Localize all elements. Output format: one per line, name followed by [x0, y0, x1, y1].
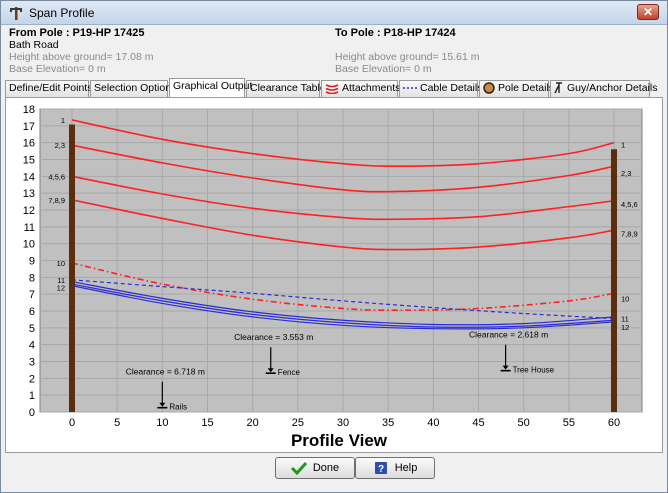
y-tick-label: 6	[29, 306, 35, 318]
y-tick-label: 7	[29, 289, 35, 301]
ground-object-label: Tree House	[513, 366, 555, 375]
tab-label: Attachments	[342, 82, 401, 94]
y-tick-label: 12	[23, 205, 35, 217]
clearance-label: Clearance = 6.718 m	[126, 367, 205, 377]
y-tick-label: 14	[23, 171, 35, 183]
x-tick-label: 25	[292, 417, 304, 429]
from-pole-info: From Pole : P19-HP 17425 Bath Road Heigh…	[9, 27, 153, 75]
from-pole-height: Height above ground= 17.08 m	[9, 51, 154, 63]
help-button[interactable]: ? Help	[355, 457, 435, 479]
x-tick-label: 15	[201, 417, 213, 429]
left-cable-label: 2,3	[55, 141, 65, 150]
tab-label: Clearance Table	[250, 82, 326, 94]
clearance-label: Clearance = 2.618 m	[469, 330, 548, 340]
y-tick-label: 18	[23, 104, 35, 116]
right-cable-label: 4,5,6	[621, 200, 638, 209]
x-tick-label: 10	[156, 417, 168, 429]
ground-object-label: Rails	[169, 403, 187, 412]
tab-label: Guy/Anchor Details	[567, 82, 658, 94]
tab-label: Define/Edit Points	[9, 82, 93, 94]
title-bar[interactable]: Span Profile ✕	[1, 1, 667, 25]
to-pole-info: To Pole : P18-HP 17424 Height above grou…	[335, 27, 479, 75]
tab-pole-details[interactable]: Pole Details	[479, 80, 554, 97]
y-tick-label: 1	[29, 390, 35, 402]
span-profile-window: Span Profile ✕ From Pole : P19-HP 17425 …	[0, 0, 668, 493]
done-button[interactable]: Done	[275, 457, 355, 479]
tab-clearance-table[interactable]: Clearance Table	[246, 80, 326, 97]
y-tick-label: 11	[24, 222, 35, 234]
y-tick-label: 10	[23, 239, 35, 251]
x-tick-label: 60	[608, 417, 620, 429]
from-pole-label: From Pole : P19-HP 17425	[9, 27, 145, 39]
right-cable-label: 7,8,9	[621, 230, 638, 239]
tab-label: Cable Details	[420, 82, 483, 94]
left-cable-label: 4,5,6	[48, 172, 65, 181]
x-tick-label: 55	[563, 417, 575, 429]
x-tick-label: 5	[114, 417, 120, 429]
dashed-cable-icon	[403, 87, 417, 89]
span-profile-chart: 0 5 10 15 20 25 30 35 40 45 50 55 600123456789101112…	[23, 104, 643, 450]
tab-label: Selection Options	[94, 82, 177, 94]
x-tick-label: 50	[518, 417, 530, 429]
checkmark-icon	[290, 462, 307, 476]
button-bar: Done ? Help	[1, 453, 667, 493]
x-tick-label: 30	[337, 417, 349, 429]
window-title: Span Profile	[29, 6, 95, 20]
to-pole	[611, 149, 617, 412]
tab-strip: Define/Edit Points Selection Options Gra…	[5, 78, 665, 97]
y-tick-label: 9	[29, 256, 35, 268]
guy-anchor-icon	[554, 82, 562, 94]
x-tick-label: 35	[382, 417, 394, 429]
y-tick-label: 13	[23, 188, 35, 200]
tab-guy-anchor-details[interactable]: Guy/Anchor Details	[550, 80, 657, 97]
x-tick-label: 40	[427, 417, 439, 429]
from-pole-base-elevation: Base Elevation= 0 m	[9, 63, 106, 75]
y-tick-label: 5	[29, 323, 35, 335]
pole-circle-icon	[483, 82, 495, 94]
attachments-icon	[325, 83, 339, 94]
from-pole-road: Bath Road	[9, 39, 59, 51]
done-label: Done	[312, 462, 340, 474]
from-pole	[69, 124, 75, 412]
tab-graphical-output[interactable]: Graphical Output	[169, 78, 252, 97]
left-cable-label: 10	[57, 259, 65, 268]
x-tick-label: 0	[69, 417, 75, 429]
clearance-label: Clearance = 3.553 m	[234, 332, 313, 342]
tab-label: Graphical Output	[173, 80, 253, 92]
y-tick-label: 16	[23, 138, 35, 150]
tab-define-edit-points[interactable]: Define/Edit Points	[5, 80, 93, 97]
left-cable-label: 1	[61, 116, 65, 125]
y-tick-label: 17	[23, 121, 35, 133]
left-cable-label: 12	[57, 283, 65, 292]
close-button[interactable]: ✕	[637, 4, 659, 20]
close-icon: ✕	[642, 5, 654, 19]
right-cable-label: 1	[621, 140, 625, 149]
y-tick-label: 15	[23, 155, 35, 167]
svg-text:?: ?	[378, 464, 384, 475]
x-tick-label: 45	[472, 417, 484, 429]
y-tick-label: 0	[29, 407, 35, 419]
right-cable-label: 12	[621, 323, 629, 332]
y-tick-label: 3	[29, 357, 35, 369]
ground-object-label: Fence	[278, 368, 301, 377]
tab-attachments[interactable]: Attachments	[321, 80, 401, 97]
pole-app-icon	[9, 7, 23, 20]
x-tick-label: 20	[247, 417, 259, 429]
right-cable-label: 2,3	[621, 169, 631, 178]
to-pole-base-elevation: Base Elevation= 0 m	[335, 63, 432, 75]
left-cable-label: 7,8,9	[48, 196, 65, 205]
tab-cable-details[interactable]: Cable Details	[399, 80, 482, 97]
graphical-output-panel: 0 5 10 15 20 25 30 35 40 45 50 55 60 0 1 2 3 4 5 6 7 8 9 10 11 12…	[5, 97, 663, 453]
chart-title: Profile View	[291, 431, 388, 450]
help-book-icon: ?	[374, 462, 387, 475]
to-pole-height: Height above ground= 15.61 m	[335, 51, 480, 63]
y-tick-label: 4	[29, 340, 35, 352]
tab-selection-options[interactable]: Selection Options	[90, 80, 176, 97]
tab-label: Pole Details	[498, 82, 555, 94]
help-label: Help	[394, 462, 418, 474]
right-cable-label: 10	[621, 294, 629, 303]
y-tick-label: 2	[29, 373, 35, 385]
y-tick-label: 8	[29, 272, 35, 284]
to-pole-label: To Pole : P18-HP 17424	[335, 27, 456, 39]
